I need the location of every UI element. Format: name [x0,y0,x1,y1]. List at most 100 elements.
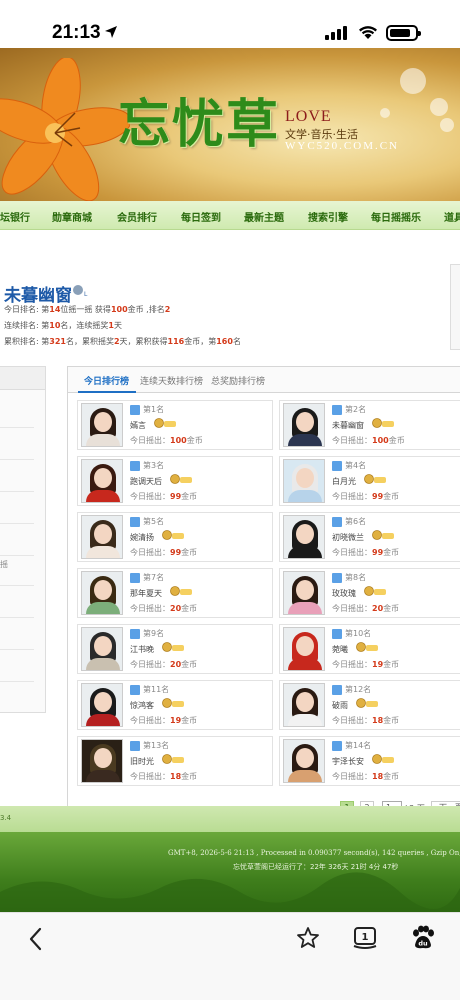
avatar[interactable] [283,515,325,559]
footer-gmt-info: GMT+8, 2026-5-6 21:13 , Processed in 0.0… [168,849,460,857]
member-name[interactable]: 未暮幽窗 [332,420,364,431]
member-name[interactable]: 婉清扬 [130,532,154,543]
avatar[interactable] [283,739,325,783]
rank-icon [130,741,140,751]
avatar[interactable] [81,627,123,671]
nav-item-member-rank[interactable]: 会员排行 [117,209,157,224]
member-name[interactable]: 惊鸿客 [130,700,154,711]
avatar[interactable] [283,571,325,615]
ranking-card[interactable]: 第12名 破雨 今日摇出：18金币 [279,680,460,730]
nav-item-bank[interactable]: 坛银行 [0,209,30,224]
avatar[interactable] [81,515,123,559]
today-amount: 今日摇出：18金币 [332,772,400,781]
ranking-card[interactable]: 第13名 旧时光 今日摇出：18金币 [77,736,273,786]
site-banner[interactable]: 忘忧草 LOVE 文学·音乐·生活 WYC520.COM.CN [0,48,460,201]
rank-label: 第14名 [345,741,372,750]
ranking-card[interactable]: 第6名初晓微兰今日摇出：99金币 [279,512,460,562]
avatar[interactable] [283,459,325,503]
ranking-card[interactable]: 第1名 嫣言 今日摇出：100金币 [77,400,273,450]
level-medal-icon [372,754,394,764]
rank-label: 第8名 [345,573,367,582]
footer-bar [0,806,460,832]
baidu-paw-icon[interactable]: du [410,925,436,951]
avatar[interactable] [283,627,325,671]
ranking-card[interactable]: 第4名白月光今日摇出：99金币 [279,456,460,506]
member-name[interactable]: 菀曦 [332,644,348,655]
ranking-card[interactable]: 第14名宇泽长安今日摇出：18金币 [279,736,460,786]
today-amount: 今日摇出：100金币 [332,436,405,445]
member-name[interactable]: 玫玫瑰 [332,588,356,599]
browser-toolbar: 1 du [0,912,460,1000]
today-amount: 今日摇出：99金币 [332,492,400,501]
member-name[interactable]: 白月光 [332,476,356,487]
rank-icon [332,405,342,415]
total-rank-line: 累积排名: 第321名，累积摇奖2天，累积获得116金币，第160名 [4,337,241,346]
star-bookmark-icon[interactable] [296,926,320,950]
lily-flower-image [0,58,130,201]
today-amount: 今日摇出：99金币 [130,492,198,501]
nav-item-daily-shake[interactable]: 每日摇摇乐 [371,209,421,224]
ranking-card[interactable]: 第10名 菀曦 今日摇出：19金币 [279,624,460,674]
nav-item-medal-shop[interactable]: 勋章商城 [52,209,92,224]
nav-item-search[interactable]: 搜索引擎 [308,209,348,224]
wifi-icon [359,26,377,39]
ranking-card[interactable]: 第11名 惊鸿客 今日摇出：19金币 [77,680,273,730]
member-name[interactable]: 嫣言 [130,420,146,431]
ranking-card[interactable]: 第9名 江书晚 今日摇出：20金币 [77,624,273,674]
nav-item-daily-sign[interactable]: 每日签到 [181,209,221,224]
rank-label: 第7名 [143,573,165,582]
today-amount: 今日摇出：18金币 [332,716,400,725]
rank-icon [130,629,140,639]
site-logo-text: 忘忧草 [118,94,281,155]
nav-item-props[interactable]: 道具 [444,209,460,224]
member-name[interactable]: 初晓微兰 [332,532,364,543]
level-medal-icon [356,642,378,652]
avatar[interactable] [81,459,123,503]
ranking-card[interactable]: 第5名 婉清扬 今日摇出：99金币 [77,512,273,562]
level-medal-icon [364,586,386,596]
streak-rank-line: 连续排名: 第10名，连续摇奖1天 [4,321,122,330]
level-badge-icon: L [73,285,88,298]
avatar[interactable] [81,571,123,615]
rank-icon [332,741,342,751]
member-name[interactable]: 那年夏天 [130,588,162,599]
rank-icon [130,573,140,583]
today-amount: 今日摇出：20金币 [332,604,400,613]
back-icon[interactable] [28,927,44,951]
rank-label: 第6名 [345,517,367,526]
ranking-card[interactable]: 第3名 跑调天后 今日摇出：99金币 [77,456,273,506]
today-amount: 今日摇出：99金币 [332,548,400,557]
ranking-card[interactable]: 第8名玫玫瑰今日摇出：20金币 [279,568,460,618]
ranking-card[interactable]: 第2名 未暮幽窗 今日摇出：100金币 [279,400,460,450]
member-name[interactable]: 破雨 [332,700,348,711]
rank-icon [332,461,342,471]
site-footer [0,832,460,912]
member-name[interactable]: 江书晚 [130,644,154,655]
avatar[interactable] [81,739,123,783]
ranking-card[interactable]: 第7名 那年夏天 今日摇出：20金币 [77,568,273,618]
today-amount: 今日摇出：99金币 [130,548,198,557]
level-medal-icon [364,474,386,484]
level-medal-icon [162,698,184,708]
level-medal-icon [162,754,184,764]
side-panel-edge [450,264,460,350]
left-side-panel: 摇 [0,366,46,713]
member-name[interactable]: 旧时光 [130,756,154,767]
avatar[interactable] [81,683,123,727]
rank-icon [332,573,342,583]
rank-label: 第11名 [143,685,170,694]
tabs-count-icon[interactable]: 1 [352,925,378,951]
member-name[interactable]: 跑调天后 [130,476,162,487]
tab-total-ranking[interactable]: 总奖励排行榜 [211,374,265,387]
user-name[interactable]: 未暮幽窗 [4,281,72,306]
rank-label: 第4名 [345,461,367,470]
today-rank-line: 今日排名: 第14位摇一摇 获得100金币 ,排名2 [4,305,171,314]
avatar[interactable] [81,403,123,447]
avatar[interactable] [283,403,325,447]
tab-today-ranking[interactable]: 今日排行榜 [84,374,129,387]
avatar[interactable] [283,683,325,727]
nav-item-new-topics[interactable]: 最新主题 [244,209,284,224]
tab-streak-ranking[interactable]: 连续天数排行榜 [140,374,203,387]
member-name[interactable]: 宇泽长安 [332,756,364,767]
rank-icon [332,517,342,527]
